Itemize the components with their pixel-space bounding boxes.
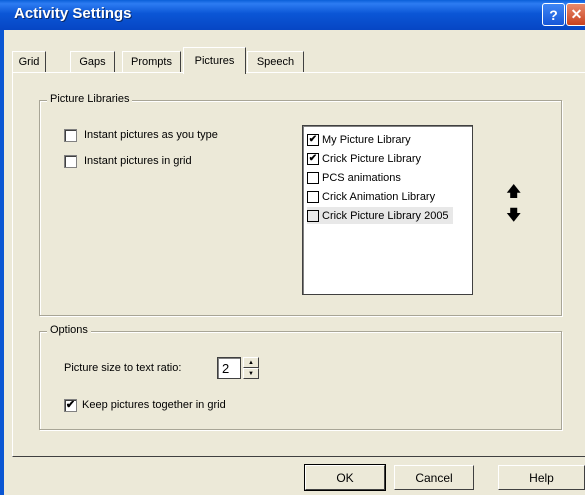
question-icon: ? (549, 6, 558, 23)
tab-label: Grid (18, 56, 40, 68)
cancel-button[interactable]: Cancel (394, 465, 474, 490)
check-icon: ✔ (308, 153, 318, 164)
list-item[interactable]: Crick Animation Library (307, 188, 435, 205)
tab-label: Gaps (79, 56, 106, 68)
move-down-arrow-icon[interactable]: 🡇 (506, 208, 521, 223)
tab-label: Prompts (131, 56, 172, 68)
tab-label: Pictures (194, 55, 235, 67)
checkbox[interactable] (307, 209, 319, 222)
list-item-label: My Picture Library (322, 133, 411, 146)
checkbox[interactable]: ✔ (307, 133, 319, 146)
instant-type-checkbox[interactable] (64, 129, 77, 142)
keep-together-label: Keep pictures together in grid (82, 399, 226, 411)
tab-gaps[interactable]: Gaps (70, 51, 115, 72)
close-button[interactable]: ✕ (566, 3, 585, 26)
tab-speech[interactable]: Speech (247, 51, 304, 72)
keep-together-checkbox[interactable]: ✔ (64, 399, 77, 412)
list-item[interactable]: ✔ My Picture Library (307, 131, 411, 148)
help-title-button[interactable]: ? (542, 3, 565, 26)
window-border-left (0, 30, 4, 495)
list-item-selected[interactable]: Crick Picture Library 2005 (307, 207, 453, 224)
tab-prompts[interactable]: Prompts (122, 51, 181, 72)
checkbox[interactable]: ✔ (307, 152, 319, 165)
spin-down-button[interactable]: ▼ (243, 368, 259, 379)
ratio-input[interactable]: 2 (217, 357, 241, 379)
list-item[interactable]: ✔ Crick Picture Library (307, 150, 421, 167)
checkbox[interactable] (307, 171, 319, 184)
list-item-label: PCS animations (322, 171, 401, 184)
title-bar: Activity Settings ? ✕ (0, 0, 585, 30)
check-icon: ✔ (65, 399, 76, 411)
spin-up-button[interactable]: ▲ (243, 357, 259, 368)
instant-grid-checkbox[interactable] (64, 155, 77, 168)
window-title: Activity Settings (14, 5, 132, 22)
ok-button[interactable]: OK (304, 464, 386, 491)
instant-type-label: Instant pictures as you type (84, 129, 218, 141)
instant-grid-label: Instant pictures in grid (84, 155, 192, 167)
move-up-arrow-icon[interactable]: 🡅 (506, 184, 521, 199)
tab-pictures[interactable]: Pictures (183, 47, 246, 74)
tab-label: Speech (256, 56, 295, 68)
list-item-label: Crick Picture Library (322, 152, 422, 165)
checkbox[interactable] (307, 190, 319, 203)
list-item-label: Crick Animation Library (322, 190, 436, 203)
list-item[interactable]: PCS animations (307, 169, 401, 186)
help-button[interactable]: Help (498, 465, 585, 490)
options-legend: Options (47, 324, 91, 336)
ratio-value: 2 (222, 360, 230, 376)
picture-library-list[interactable]: ✔ My Picture Library ✔ Crick Picture Lib… (302, 125, 473, 295)
picture-libraries-legend: Picture Libraries (47, 93, 133, 105)
ratio-label: Picture size to text ratio: (64, 362, 182, 374)
tab-grid[interactable]: Grid (12, 51, 46, 72)
check-icon: ✔ (308, 134, 318, 145)
options-group (39, 331, 562, 430)
list-item-label: Crick Picture Library 2005 (322, 209, 449, 222)
close-icon: ✕ (570, 6, 583, 22)
